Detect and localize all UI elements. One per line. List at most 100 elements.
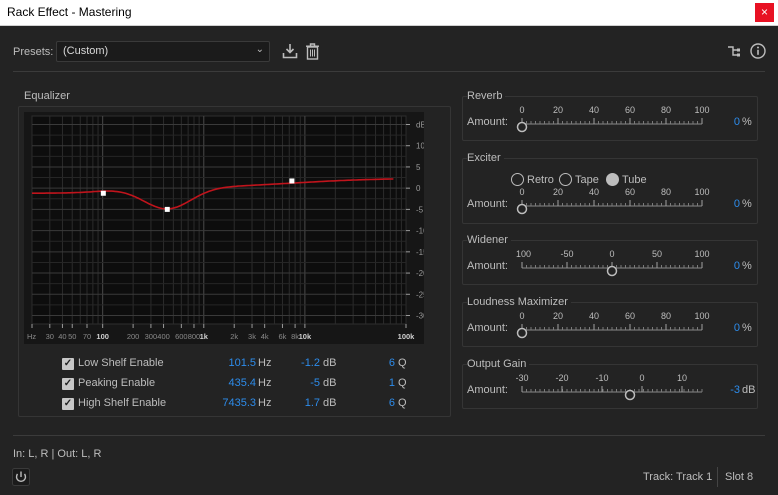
exciter-mode-tape-radio[interactable] [559,173,572,186]
slot-label: Slot 8 [725,471,754,483]
output-gain-slider-tick-label: -30 [516,373,529,383]
eq-db-tick-label: 5 [416,163,421,172]
reverb-amount-unit: % [742,116,752,128]
exciter-amount-value[interactable]: 0 [712,198,740,210]
save-preset-icon[interactable] [282,43,298,59]
loudness-slider[interactable]: 0 20 40 60 80 100 [516,311,718,341]
output-gain-amount-value[interactable]: -3 [712,384,740,396]
peaking-gain-value[interactable]: -5 [288,377,320,389]
exciter-amount-label: Amount: [467,198,508,210]
high-shelf-checkbox[interactable]: ✓ [62,398,74,410]
eq-freq-tick-label: 40 [58,332,66,341]
reverb-slider-tick-label: 60 [625,105,635,115]
loudness-slider-thumb[interactable] [516,327,528,339]
widener-amount-value[interactable]: 0 [712,260,740,272]
eq-db-tick-label: -5 [416,205,424,214]
reverb-slider-tick-label: 80 [661,105,671,115]
loudness-amount-label: Amount: [467,322,508,334]
info-icon[interactable] [750,43,766,59]
high-shelf-q-value[interactable]: 6 [380,397,395,409]
peaking-gain-unit: dB [323,377,337,389]
exciter-mode-tape-label: Tape [575,174,599,186]
low-shelf-label: Low Shelf Enable [78,357,164,369]
eq-freq-tick-label: 70 [83,332,91,341]
peaking-freq-value[interactable]: 435.4 [214,377,256,389]
output-gain-slider[interactable]: -30 -20 -10 0 10 [516,373,718,403]
eq-freq-tick-label: 2k [230,332,238,341]
widener-slider-tick-label: 50 [652,249,662,259]
loudness-slider-tick-label: 80 [661,311,671,321]
exciter-slider-tick-label: 20 [553,187,563,197]
reverb-amount-value[interactable]: 0 [712,116,740,128]
eq-freq-tick-label: 30 [46,332,54,341]
eq-freq-tick-label: Hz [27,332,36,341]
eq-band-row-low-shelf: ✓ Low Shelf Enable 101.5 Hz -1.2 dB 6 Q [60,356,420,372]
peaking-q-value[interactable]: 1 [380,377,395,389]
presets-value: (Custom) [63,45,109,57]
widener-slider-tick-label: 0 [609,249,614,259]
window-title: Rack Effect - Mastering [7,5,132,19]
equalizer-title: Equalizer [24,90,70,102]
eq-freq-tick-label: 10k [299,332,312,341]
widener-slider-tick-label: -50 [560,249,573,259]
reverb-slider-tick-label: 40 [589,105,599,115]
low-shelf-freq-value[interactable]: 101.5 [214,357,256,369]
exciter-slider-tick-label: 40 [589,187,599,197]
divider [13,435,765,436]
output-gain-slider-thumb[interactable] [624,389,636,401]
exciter-title: Exciter [467,152,504,164]
track-label: Track: Track 1 [643,471,713,483]
eq-freq-tick-label: 400 [157,332,170,341]
output-gain-title: Output Gain [467,358,530,370]
exciter-slider[interactable]: 0 20 40 60 80 100 [516,187,718,217]
output-gain-slider-tick-label: 0 [639,373,644,383]
widener-title: Widener [467,234,511,246]
eq-freq-tick-label: 800 [188,332,201,341]
eq-freq-tick-label: 6k [278,332,286,341]
widener-slider[interactable]: -100 -50 0 50 100 [516,249,718,279]
reverb-slider[interactable]: 0 20 40 60 80 100 [516,105,718,135]
presets-label: Presets: [13,46,54,58]
window-titlebar: Rack Effect - Mastering × [0,0,778,26]
high-shelf-gain-value[interactable]: 1.7 [288,397,320,409]
low-shelf-gain-value[interactable]: -1.2 [288,357,320,369]
exciter-mode-tube-radio[interactable] [606,173,619,186]
footer-separator [717,467,718,487]
presets-dropdown[interactable]: (Custom) ⌄ [56,41,270,62]
eq-db-tick-label: 10 [416,142,424,151]
eq-freq-tick-label: 1k [200,332,209,341]
high-shelf-freq-unit: Hz [258,397,272,409]
eq-db-tick-label: -10 [416,227,424,236]
low-shelf-q-value[interactable]: 6 [380,357,395,369]
eq-freq-tick-label: 200 [127,332,140,341]
loudness-slider-tick-label: 0 [519,311,524,321]
high-shelf-freq-value[interactable]: 7435.3 [214,397,256,409]
exciter-slider-thumb[interactable] [516,203,528,215]
widener-slider-thumb[interactable] [606,265,618,277]
eq-peaking-handle[interactable] [164,206,170,212]
close-button[interactable]: × [755,3,774,22]
reverb-slider-tick-label: 0 [519,105,524,115]
routing-icon[interactable] [727,44,741,58]
loudness-amount-value[interactable]: 0 [712,322,740,334]
eq-freq-tick-label: 3k [248,332,256,341]
widener-amount-unit: % [742,260,752,272]
output-gain-amount-label: Amount: [467,384,508,396]
high-shelf-q-unit: Q [398,397,407,409]
eq-freq-tick-label: 4k [261,332,269,341]
low-shelf-checkbox[interactable]: ✓ [62,358,74,370]
eq-freq-tick-label: 100 [96,332,109,341]
exciter-amount-unit: % [742,198,752,210]
eq-low-shelf-handle[interactable] [100,190,106,196]
eq-graph[interactable]: dB1050-5-10-15-20-25-30Hz304050701002003… [24,112,424,344]
power-icon[interactable] [12,468,30,486]
eq-high-shelf-handle[interactable] [289,178,295,184]
exciter-slider-tick-label: 0 [519,187,524,197]
eq-db-tick-label: -15 [416,248,424,257]
loudness-slider-tick-label: 20 [553,311,563,321]
eq-db-tick-label: dB [416,120,424,129]
delete-preset-icon[interactable] [305,43,320,60]
peaking-checkbox[interactable]: ✓ [62,378,74,390]
exciter-mode-retro-radio[interactable] [511,173,524,186]
reverb-slider-thumb[interactable] [516,121,528,133]
